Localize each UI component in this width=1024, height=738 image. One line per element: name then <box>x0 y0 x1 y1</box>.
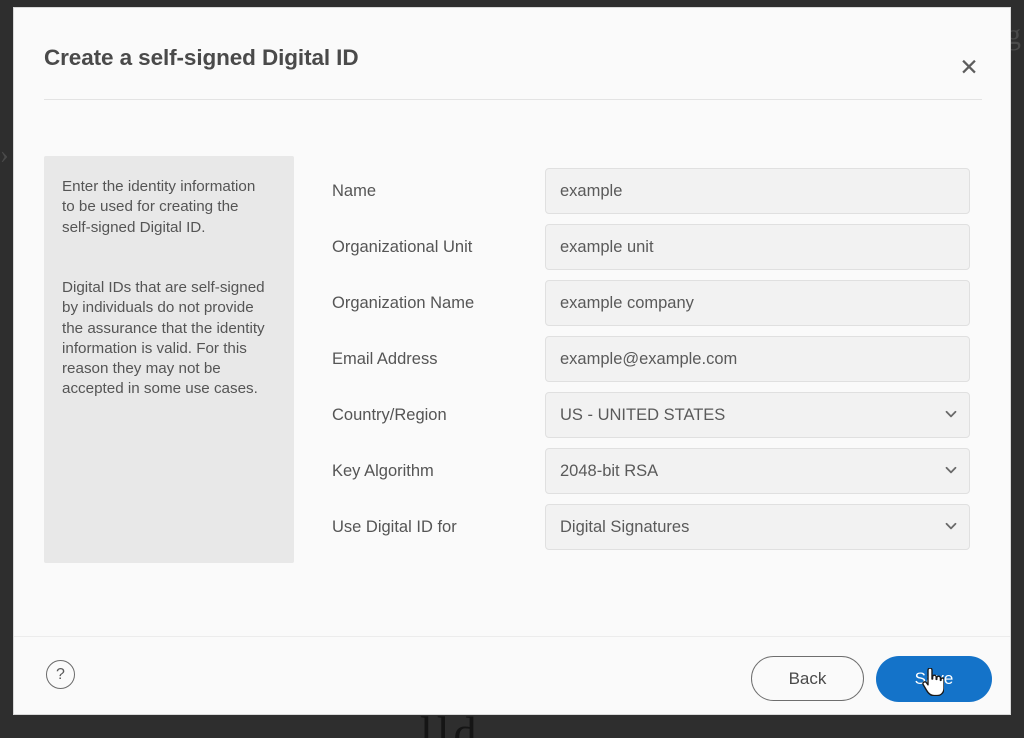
chevron-down-icon <box>945 408 957 419</box>
field-input[interactable]: example company <box>545 280 970 326</box>
form-row: Use Digital ID for Digital Signatures <box>332 504 978 550</box>
field-select[interactable]: Digital Signatures <box>545 504 970 550</box>
field-value: Digital Signatures <box>560 517 690 536</box>
field-value: US - UNITED STATES <box>560 405 726 424</box>
chevron-down-icon <box>945 520 957 531</box>
field-input[interactable]: example <box>545 168 970 214</box>
form-row: Email Address example@example.com <box>332 336 978 382</box>
field-value: 2048-bit RSA <box>560 461 659 480</box>
screen: › g lld Create a self-signed Digital ID … <box>0 0 1024 738</box>
field-value: example <box>560 181 623 200</box>
form-row: Country/Region US - UNITED STATES <box>332 392 978 438</box>
background-ghost-left: › <box>0 140 10 169</box>
field-label: Email Address <box>332 349 438 368</box>
digital-id-form: Name example Organizational Unit example un… <box>14 8 1010 714</box>
help-icon[interactable]: ? <box>46 660 75 689</box>
field-select[interactable]: US - UNITED STATES <box>545 392 970 438</box>
field-select[interactable]: 2048-bit RSA <box>545 448 970 494</box>
field-label: Key Algorithm <box>332 461 434 480</box>
field-label: Use Digital ID for <box>332 517 457 536</box>
field-value: example@example.com <box>560 349 738 368</box>
field-value: example company <box>560 293 694 312</box>
field-label: Organizational Unit <box>332 237 473 256</box>
field-value: example unit <box>560 237 654 256</box>
form-row: Organization Name example company <box>332 280 978 326</box>
create-digital-id-dialog: Create a self-signed Digital ID ✕ Enter … <box>14 8 1010 714</box>
field-input[interactable]: example unit <box>545 224 970 270</box>
footer-divider <box>14 636 1010 637</box>
save-button[interactable]: Save <box>876 656 992 702</box>
back-button[interactable]: Back <box>751 656 864 701</box>
field-input[interactable]: example@example.com <box>545 336 970 382</box>
form-row: Key Algorithm 2048-bit RSA <box>332 448 978 494</box>
form-row: Organizational Unit example unit <box>332 224 978 270</box>
field-label: Country/Region <box>332 405 447 424</box>
chevron-down-icon <box>945 464 957 475</box>
form-row: Name example <box>332 168 978 214</box>
field-label: Organization Name <box>332 293 475 312</box>
field-label: Name <box>332 181 377 200</box>
